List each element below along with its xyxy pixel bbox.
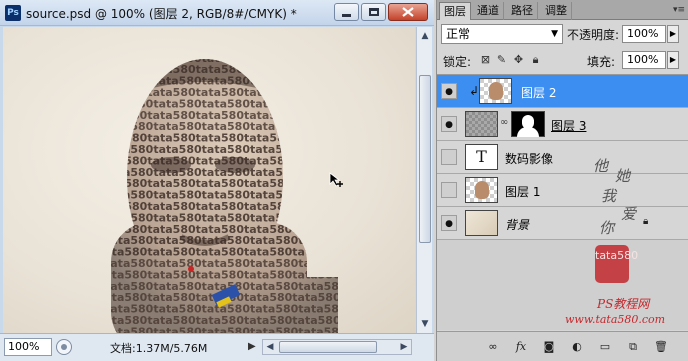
lock-position-icon[interactable]: ✥ xyxy=(512,53,525,66)
layer-thumbnail xyxy=(465,177,498,203)
close-icon xyxy=(402,7,414,17)
layer-style-fx-icon[interactable]: fx xyxy=(513,339,529,355)
photoshop-logo-icon: Ps xyxy=(5,5,21,21)
link-icon[interactable]: ∞ xyxy=(500,117,508,128)
layer-name[interactable]: 图层 1 xyxy=(505,183,540,200)
layer-mask-thumbnail[interactable] xyxy=(511,111,545,137)
minimize-button[interactable] xyxy=(334,3,359,21)
visibility-eye-icon[interactable] xyxy=(441,83,457,99)
close-button[interactable] xyxy=(388,3,428,21)
fill-label: 填充: xyxy=(587,55,616,69)
add-mask-icon[interactable]: ◙ xyxy=(541,339,557,355)
horizontal-scroll-thumb[interactable] xyxy=(279,341,377,353)
document-window: Ps source.psd @ 100% (图层 2, RGB/8#/CMYK)… xyxy=(0,0,434,361)
fill-field[interactable]: 100% xyxy=(622,51,666,69)
panel-menu-icon[interactable]: ▾≡ xyxy=(673,5,685,15)
document-size-info: 文档:1.37M/5.76M xyxy=(110,342,208,355)
mosaic-text-row: tata580tata580tata580tata580tata580 xyxy=(105,52,347,65)
layer-thumbnail xyxy=(465,210,498,236)
blend-mode-value: 正常 xyxy=(446,27,471,41)
adjustment-layer-icon[interactable]: ◐ xyxy=(569,339,585,355)
visibility-eye-icon[interactable] xyxy=(441,215,457,231)
status-info-icon[interactable] xyxy=(56,339,72,355)
lock-label: 锁定: xyxy=(443,55,472,69)
layer-row-layer-1[interactable]: 图层 1 xyxy=(437,174,688,207)
minimize-icon xyxy=(342,14,351,17)
window-controls xyxy=(334,3,428,21)
chevron-down-icon: ▼ xyxy=(551,29,558,39)
text-layer-icon: T xyxy=(465,144,498,170)
maximize-icon xyxy=(368,8,379,16)
blend-opacity-row: 正常 ▼ 不透明度: 100% ▶ xyxy=(437,22,688,46)
maximize-button[interactable] xyxy=(361,3,386,21)
lock-icon: 🔒︎ xyxy=(643,216,649,227)
horizontal-scrollbar[interactable]: ◀ ▶ xyxy=(262,339,412,355)
tab-adjustments[interactable]: 调整 xyxy=(541,2,572,20)
layers-panel: 图层 通道 路径 调整 ▾≡ 正常 ▼ 不透明度: 100% ▶ 锁定: ⊠ ✎… xyxy=(436,0,688,361)
status-menu-arrow-icon[interactable]: ▶ xyxy=(248,339,260,355)
new-group-folder-icon[interactable]: ▭ xyxy=(597,339,613,355)
new-layer-icon[interactable]: ⧉ xyxy=(625,339,641,355)
clipping-arrow-icon: ↲ xyxy=(469,84,480,98)
link-layers-icon[interactable]: ∞ xyxy=(485,339,501,355)
mosaic-text-row: tata580tata580tata580tata580tata580 xyxy=(105,29,347,42)
vertical-scroll-thumb[interactable] xyxy=(419,75,431,243)
delete-layer-trash-icon[interactable]: 🗑︎ xyxy=(653,339,669,355)
blend-mode-select[interactable]: 正常 ▼ xyxy=(441,24,563,44)
tab-channels[interactable]: 通道 xyxy=(473,2,504,20)
opacity-field[interactable]: 100% xyxy=(622,25,666,43)
panel-tabs: 图层 通道 路径 调整 ▾≡ xyxy=(437,0,688,20)
image-canvas[interactable]: tata580tata580tata580tata580tata580 tata5… xyxy=(3,27,415,333)
visibility-eye-icon[interactable] xyxy=(441,182,457,198)
fill-slider-arrow-icon[interactable]: ▶ xyxy=(667,51,679,69)
move-cursor-icon xyxy=(329,172,343,187)
tab-layers[interactable]: 图层 xyxy=(439,2,471,20)
layer-name[interactable]: 图层 2 xyxy=(521,84,556,101)
layer-name[interactable]: 数码影像 xyxy=(505,150,553,167)
lock-transparency-icon[interactable]: ⊠ xyxy=(479,53,492,66)
mosaic-text-row: tata580tata580tata580tata580tata580 xyxy=(99,40,341,53)
lock-all-icon[interactable]: 🔒︎ xyxy=(529,53,542,66)
lock-pixels-brush-icon[interactable]: ✎ xyxy=(495,53,508,66)
scroll-up-icon[interactable]: ▲ xyxy=(419,29,431,43)
layer-thumbnail xyxy=(479,78,512,104)
scroll-left-icon[interactable]: ◀ xyxy=(263,340,277,354)
layer-row-layer-2[interactable]: ↲ 图层 2 xyxy=(437,75,688,108)
lock-fill-row: 锁定: ⊠ ✎ ✥ 🔒︎ 填充: 100% ▶ xyxy=(437,48,688,72)
visibility-eye-icon[interactable] xyxy=(441,116,457,132)
layer-thumbnail xyxy=(465,111,498,137)
status-bar: 100% 文档:1.37M/5.76M ▶ ◀ ▶ xyxy=(0,333,434,361)
zoom-level-field[interactable]: 100% xyxy=(4,338,52,356)
opacity-label: 不透明度: xyxy=(567,28,620,42)
layer-name[interactable]: 图层 3 xyxy=(551,117,586,134)
layers-panel-footer: ∞ fx ◙ ◐ ▭ ⧉ 🗑︎ xyxy=(437,331,688,361)
opacity-slider-arrow-icon[interactable]: ▶ xyxy=(667,25,679,43)
layer-row-text[interactable]: T 数码影像 xyxy=(437,141,688,174)
layer-row-background[interactable]: 背景 🔒︎ xyxy=(437,207,688,240)
layer-name[interactable]: 背景 xyxy=(505,216,529,233)
tab-paths[interactable]: 路径 xyxy=(507,2,538,20)
visibility-eye-icon[interactable] xyxy=(441,149,457,165)
vertical-scrollbar[interactable]: ▲ ▼ xyxy=(416,27,432,333)
scroll-down-icon[interactable]: ▼ xyxy=(419,317,431,331)
layer-row-layer-3[interactable]: ∞ 图层 3 xyxy=(437,108,688,141)
document-title-bar[interactable]: Ps source.psd @ 100% (图层 2, RGB/8#/CMYK)… xyxy=(0,0,434,26)
mosaic-text-row: tata580tata580tata580tata580tata580 xyxy=(105,325,347,333)
scroll-right-icon[interactable]: ▶ xyxy=(397,340,411,354)
text-portrait-artwork: tata580tata580tata580tata580tata580tata5… xyxy=(99,29,347,333)
layers-list: ↲ 图层 2 ∞ 图层 3 T 数码影像 图层 1 背景 xyxy=(437,74,688,330)
document-title: source.psd @ 100% (图层 2, RGB/8#/CMYK) * xyxy=(26,7,297,21)
